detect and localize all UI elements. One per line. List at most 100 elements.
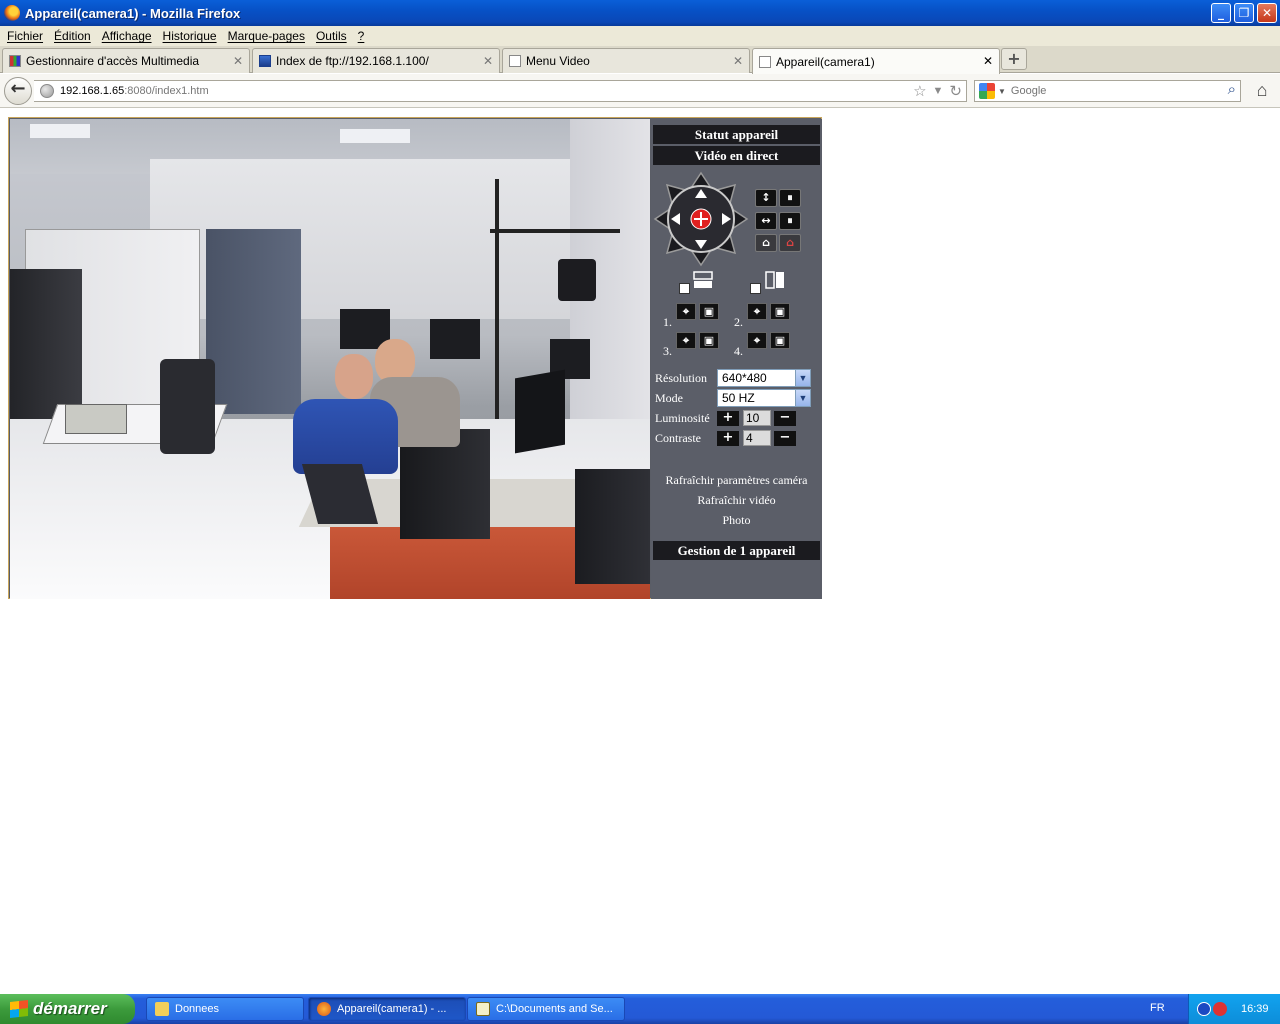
floppy-save-icon: ▣ xyxy=(703,334,715,347)
tab-close-icon[interactable]: ✕ xyxy=(483,54,493,68)
taskbar-item-label: Appareil(camera1) - ... xyxy=(337,1003,447,1015)
search-input[interactable] xyxy=(1010,85,1211,97)
language-indicator[interactable]: FR xyxy=(1150,1002,1165,1014)
taskbar: démarrer Donnees Appareil(camera1) - ...… xyxy=(0,994,1280,1024)
contrast-decrease-button[interactable]: − xyxy=(774,431,796,446)
horizontal-stop-button[interactable]: ⏸ xyxy=(779,212,801,230)
menu-help[interactable]: ? xyxy=(353,29,371,43)
preset-3-goto-button[interactable]: ⌖ xyxy=(676,332,696,349)
brightness-decrease-button[interactable]: − xyxy=(774,411,796,426)
status-heading[interactable]: Statut appareil xyxy=(653,125,820,144)
maximize-button[interactable]: ❐ xyxy=(1234,3,1254,23)
site-identity-icon[interactable] xyxy=(40,84,54,98)
menu-affichage[interactable]: Affichage xyxy=(97,29,158,43)
search-icon[interactable]: ⌕ xyxy=(1228,81,1236,98)
start-button[interactable]: démarrer xyxy=(0,994,135,1024)
io-off-button[interactable]: ⌂ xyxy=(755,234,777,252)
page-icon xyxy=(759,55,771,68)
menu-edition[interactable]: Édition xyxy=(49,29,97,43)
menu-outils[interactable]: Outils xyxy=(311,29,353,43)
menu-fichier[interactable]: Fichier xyxy=(2,29,49,43)
control-panel: Statut appareil Vidéo en direct ↕ ⏸ ↔ ⏸ … xyxy=(651,119,822,599)
brightness-value: 10 xyxy=(743,410,771,426)
taskbar-item-notepad[interactable]: C:\Documents and Se... xyxy=(467,997,625,1021)
preset-1-label: 1. xyxy=(663,315,672,329)
ceiling-light xyxy=(30,124,90,138)
tab-gestionnaire[interactable]: Gestionnaire d'accès Multimedia ✕ xyxy=(2,48,250,73)
mirror-icon xyxy=(765,271,784,289)
preset-2-save-button[interactable]: ▣ xyxy=(770,303,790,320)
security-icon[interactable] xyxy=(1213,1002,1227,1016)
bookmark-star-icon[interactable]: ☆ xyxy=(913,82,926,100)
back-button[interactable]: ← xyxy=(4,77,32,105)
door xyxy=(206,229,301,414)
tab-close-icon[interactable]: ✕ xyxy=(733,54,743,68)
flip-checkbox[interactable] xyxy=(679,283,690,294)
refresh-camera-params-link[interactable]: Rafraîchir paramètres caméra xyxy=(651,473,822,488)
horizontal-patrol-button[interactable]: ↔ xyxy=(755,212,777,230)
clock[interactable]: 16:39 xyxy=(1241,1003,1269,1015)
io-icon: ⌂ xyxy=(762,236,770,249)
io-on-button[interactable]: ⌂ xyxy=(779,234,801,252)
search-engine-dropdown-icon[interactable]: ▼ xyxy=(998,87,1006,96)
preset-3-save-button[interactable]: ▣ xyxy=(699,332,719,349)
home-icon[interactable]: ⌂ xyxy=(1252,80,1272,100)
mode-value: 50 HZ xyxy=(722,391,755,405)
taskbar-item-firefox[interactable]: Appareil(camera1) - ... xyxy=(308,997,466,1021)
tab-label: Menu Video xyxy=(526,54,590,68)
live-video-heading[interactable]: Vidéo en direct xyxy=(653,146,820,165)
refresh-video-link[interactable]: Rafraîchir vidéo xyxy=(651,493,822,508)
minimize-button[interactable]: _ xyxy=(1211,3,1231,23)
vertical-arrows-icon: ↕ xyxy=(761,191,771,204)
crosshair-icon: ⌖ xyxy=(753,334,761,347)
google-icon[interactable] xyxy=(979,83,995,99)
network-icon[interactable] xyxy=(1197,1002,1211,1016)
contrast-increase-button[interactable]: + xyxy=(717,431,739,446)
floppy-save-icon: ▣ xyxy=(774,305,786,318)
mode-select[interactable]: 50 HZ ▼ xyxy=(717,389,811,407)
mirror-checkbox[interactable] xyxy=(750,283,761,294)
menu-marque-pages[interactable]: Marque-pages xyxy=(223,29,311,43)
preset-4-save-button[interactable]: ▣ xyxy=(770,332,790,349)
resolution-value: 640*480 xyxy=(722,371,767,385)
device-management-heading[interactable]: Gestion de 1 appareil xyxy=(653,541,820,560)
chevron-down-icon[interactable]: ▼ xyxy=(795,390,810,406)
preset-2-goto-button[interactable]: ⌖ xyxy=(747,303,767,320)
windows-logo-icon xyxy=(10,1000,28,1018)
close-button[interactable]: ✕ xyxy=(1257,3,1277,23)
notepad-icon xyxy=(476,1002,490,1016)
ptz-control-pad[interactable] xyxy=(653,171,749,267)
resolution-select[interactable]: 640*480 ▼ xyxy=(717,369,811,387)
tab-label: Appareil(camera1) xyxy=(776,54,875,69)
preset-1-save-button[interactable]: ▣ xyxy=(699,303,719,320)
preset-1-goto-button[interactable]: ⌖ xyxy=(676,303,696,320)
ceiling-light xyxy=(340,129,410,143)
history-dropdown-icon[interactable]: ▼ xyxy=(933,82,944,100)
vertical-stop-button[interactable]: ⏸ xyxy=(779,189,801,207)
photo-link[interactable]: Photo xyxy=(651,513,822,528)
brightness-increase-button[interactable]: + xyxy=(717,411,739,426)
reload-icon[interactable]: ↻ xyxy=(949,82,962,100)
new-tab-button[interactable]: + xyxy=(1001,48,1027,70)
person-head xyxy=(335,354,373,399)
live-video-stream[interactable] xyxy=(10,119,650,599)
chevron-down-icon[interactable]: ▼ xyxy=(795,370,810,386)
menu-historique[interactable]: Historique xyxy=(158,29,223,43)
url-bar[interactable]: 192.168.1.65:8080/index1.htm ☆ ▼ ↻ xyxy=(34,80,967,102)
vertical-patrol-button[interactable]: ↕ xyxy=(755,189,777,207)
system-tray: 16:39 xyxy=(1188,994,1280,1024)
tab-menu-video[interactable]: Menu Video ✕ xyxy=(502,48,750,73)
url-path: :8080/index1.htm xyxy=(124,85,209,97)
tab-appareil-camera1[interactable]: Appareil(camera1) ✕ xyxy=(752,48,1000,74)
chair xyxy=(160,359,215,454)
taskbar-item-label: Donnees xyxy=(175,1003,220,1015)
tab-ftp-index[interactable]: Index de ftp://192.168.1.100/ ✕ xyxy=(252,48,500,73)
start-label: démarrer xyxy=(33,999,107,1018)
preset-4-goto-button[interactable]: ⌖ xyxy=(747,332,767,349)
tab-close-icon[interactable]: ✕ xyxy=(233,54,243,68)
monitor-front xyxy=(515,369,565,454)
taskbar-item-donnees[interactable]: Donnees xyxy=(146,997,304,1021)
search-bar[interactable]: ▼ ⌕ xyxy=(974,80,1241,102)
brightness-label: Luminosité xyxy=(655,411,710,425)
tab-close-icon[interactable]: ✕ xyxy=(983,54,993,68)
